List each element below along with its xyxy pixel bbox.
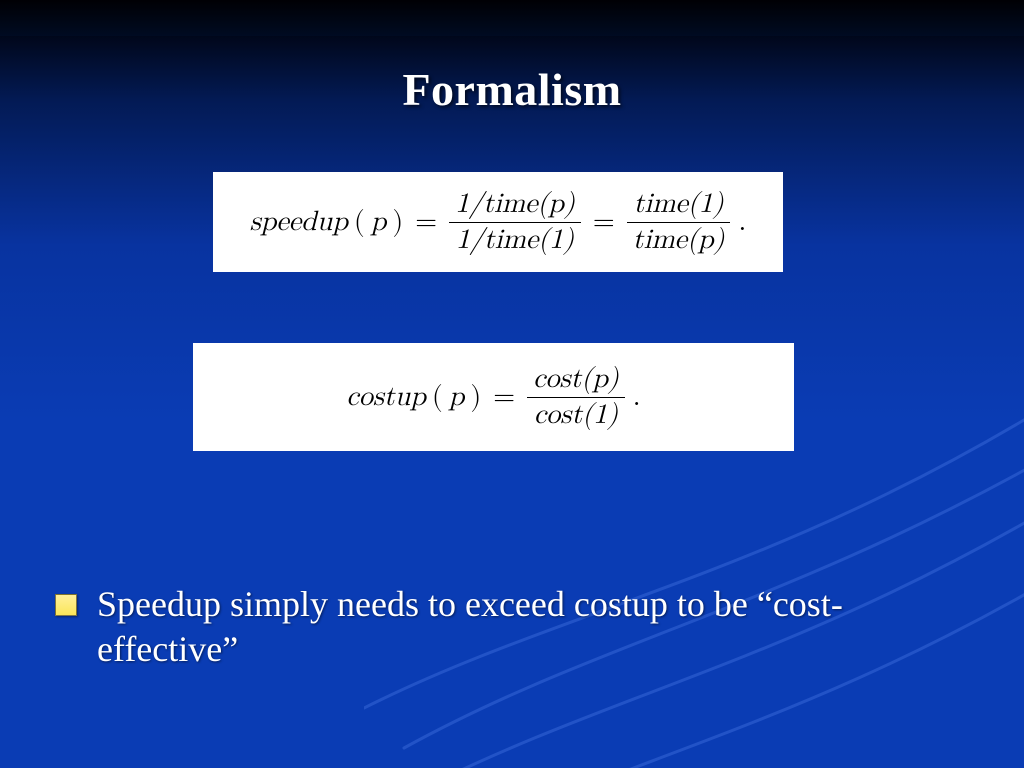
equation-costup: costup(p) = cost(p) cost(1) . bbox=[193, 343, 794, 451]
eq1-lhs-arg: p bbox=[371, 205, 387, 239]
eq2-lhs-fn: costup bbox=[346, 380, 426, 414]
eq1-lhs-fn: speedup bbox=[250, 205, 348, 239]
eq1-rhs-frac: time(1) time(p) bbox=[627, 187, 731, 258]
bullet-text: Speedup simply needs to exceed costup to… bbox=[97, 582, 964, 672]
eq2-lhs-arg: p bbox=[449, 380, 465, 414]
equation-costup-math: costup(p) = cost(p) cost(1) . bbox=[346, 362, 640, 433]
eq1-mid-den: 1/time(1) bbox=[450, 223, 580, 258]
slide-title: Formalism bbox=[0, 63, 1024, 116]
eq1-rhs-den: time(p) bbox=[627, 223, 731, 258]
slide: Formalism speedup(p) = 1/time(p) 1/time(… bbox=[0, 0, 1024, 768]
bullet-list: Speedup simply needs to exceed costup to… bbox=[55, 582, 964, 672]
eq2-rhs-num: cost(p) bbox=[527, 362, 625, 397]
equation-speedup-math: speedup(p) = 1/time(p) 1/time(1) = time(… bbox=[250, 187, 747, 258]
eq1-mid-num: 1/time(p) bbox=[449, 187, 581, 222]
eq1-mid-frac: 1/time(p) 1/time(1) bbox=[449, 187, 581, 258]
list-item: Speedup simply needs to exceed costup to… bbox=[55, 582, 964, 672]
equation-speedup: speedup(p) = 1/time(p) 1/time(1) = time(… bbox=[213, 172, 783, 272]
eq2-rhs-frac: cost(p) cost(1) bbox=[527, 362, 625, 433]
swoop-decoration bbox=[364, 188, 1024, 768]
square-bullet-icon bbox=[55, 594, 77, 616]
top-band bbox=[0, 0, 1024, 36]
eq1-rhs-num: time(1) bbox=[627, 187, 729, 222]
eq2-rhs-den: cost(1) bbox=[528, 398, 624, 433]
